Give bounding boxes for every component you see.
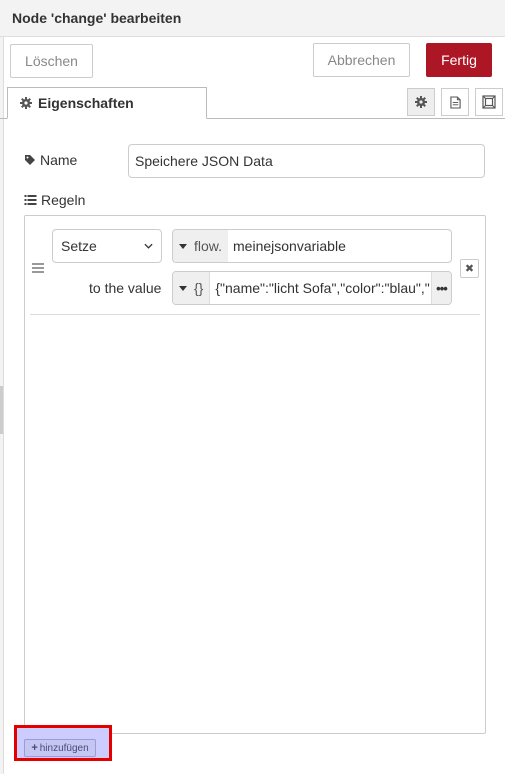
name-label: Name — [40, 152, 78, 168]
caret-down-icon — [179, 285, 187, 291]
tab-settings-button[interactable] — [407, 88, 435, 116]
tab-appearance-button[interactable] — [475, 88, 503, 116]
rules-label-row: Regeln — [24, 192, 85, 208]
tray-resize-handle[interactable] — [0, 386, 3, 434]
rule-action-value: Setze — [61, 238, 97, 254]
property-type-label: flow. — [194, 238, 223, 254]
tab-properties-label: Eigenschaften — [38, 95, 134, 111]
frame-icon — [482, 95, 496, 109]
gear-icon — [20, 97, 32, 109]
tab-description-button[interactable] — [441, 88, 469, 116]
cancel-button[interactable]: Abbrechen — [313, 43, 410, 77]
remove-rule-button[interactable]: ✖ — [460, 259, 479, 278]
edit-tray: Node 'change' bearbeiten Löschen Abbrech… — [0, 0, 505, 774]
name-input[interactable] — [128, 144, 485, 178]
property-type-button[interactable]: flow. — [173, 230, 229, 262]
tray-header: Node 'change' bearbeiten — [0, 0, 505, 37]
property-value[interactable]: meinejsonvariable — [228, 238, 451, 254]
done-button[interactable]: Fertig — [426, 43, 492, 77]
remove-icon: ✖ — [464, 263, 475, 275]
add-rule-label: hinzufügen — [39, 742, 89, 754]
value-type-label: {} — [194, 280, 204, 296]
rule-row-divider — [30, 314, 480, 315]
drag-handle-icon[interactable] — [32, 263, 44, 273]
tray-title: Node 'change' bearbeiten — [12, 10, 182, 26]
rules-label: Regeln — [41, 192, 86, 208]
delete-button[interactable]: Löschen — [10, 44, 93, 78]
to-value-label: to the value — [89, 280, 162, 296]
json-value[interactable]: {"name":"licht Sofa","color":"blau"," — [210, 280, 431, 296]
value-type-button[interactable]: {} — [173, 272, 211, 304]
rule-action-select[interactable]: Setze — [52, 229, 162, 263]
tab-bar: Eigenschaften — [0, 86, 505, 119]
rule-property-input[interactable]: flow. meinejsonvariable — [172, 229, 452, 263]
plus-icon: + — [31, 742, 38, 754]
document-icon — [449, 95, 461, 109]
gear-icon — [415, 96, 427, 108]
name-label-row: Name — [24, 152, 77, 168]
caret-down-icon — [179, 243, 187, 249]
list-icon — [24, 195, 37, 205]
expand-editor-button[interactable]: ••• — [431, 272, 451, 304]
chevron-down-icon — [144, 243, 153, 249]
tag-icon — [25, 155, 35, 165]
add-rule-button[interactable]: + hinzufügen — [24, 739, 96, 757]
rule-value-input[interactable]: {} {"name":"licht Sofa","color":"blau","… — [172, 271, 452, 305]
tab-properties[interactable]: Eigenschaften — [7, 87, 207, 119]
